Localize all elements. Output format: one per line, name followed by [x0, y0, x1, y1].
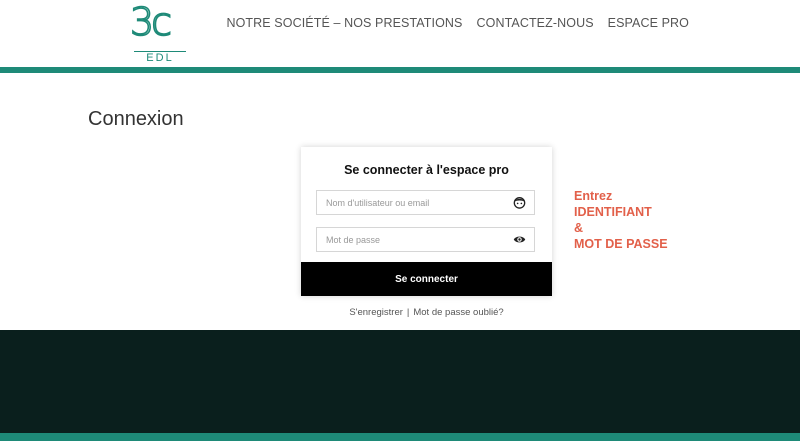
logo-sub: EDL [146, 52, 174, 64]
main-content: Connexion Se connecter à l'espace pro Se… [0, 73, 800, 331]
username-field [316, 190, 535, 215]
nav-item-societe[interactable]: NOTRE SOCIÉTÉ – NOS PRESTATIONS [226, 16, 462, 30]
main-nav: NOTRE SOCIÉTÉ – NOS PRESTATIONS CONTACTE… [226, 16, 689, 30]
footer-accent-bar [0, 433, 800, 441]
logo-brand: 3c [129, 0, 173, 45]
links-separator: | [406, 307, 410, 318]
site-footer [0, 330, 800, 433]
login-card: Se connecter à l'espace pro Se connecter [301, 147, 552, 296]
login-links: S'enregistrer | Mot de passe oublié? [301, 307, 552, 318]
username-input[interactable] [317, 191, 506, 214]
register-link[interactable]: S'enregistrer [349, 307, 403, 318]
nav-item-espace-pro[interactable]: ESPACE PRO [608, 16, 689, 30]
login-button[interactable]: Se connecter [301, 262, 552, 296]
site-header: 3c EDL NOTRE SOCIÉTÉ – NOS PRESTATIONS C… [0, 0, 800, 67]
password-field [316, 227, 535, 252]
forgot-password-link[interactable]: Mot de passe oublié? [413, 307, 503, 318]
password-input[interactable] [317, 228, 506, 251]
login-title: Se connecter à l'espace pro [344, 163, 509, 177]
annotation-line: MOT DE PASSE [574, 237, 668, 251]
annotation-line: IDENTIFIANT [574, 205, 652, 219]
annotation-line: & [574, 221, 584, 235]
nav-item-contact[interactable]: CONTACTEZ-NOUS [477, 16, 594, 30]
logo-3c-edl[interactable]: 3c EDL [129, 0, 190, 64]
instruction-annotation: Entrez IDENTIFIANT & MOT DE PASSE [574, 188, 668, 252]
page-title: Connexion [88, 108, 184, 130]
annotation-line: Entrez [574, 189, 613, 203]
eye-icon[interactable] [513, 233, 526, 246]
user-face-icon [513, 197, 526, 209]
